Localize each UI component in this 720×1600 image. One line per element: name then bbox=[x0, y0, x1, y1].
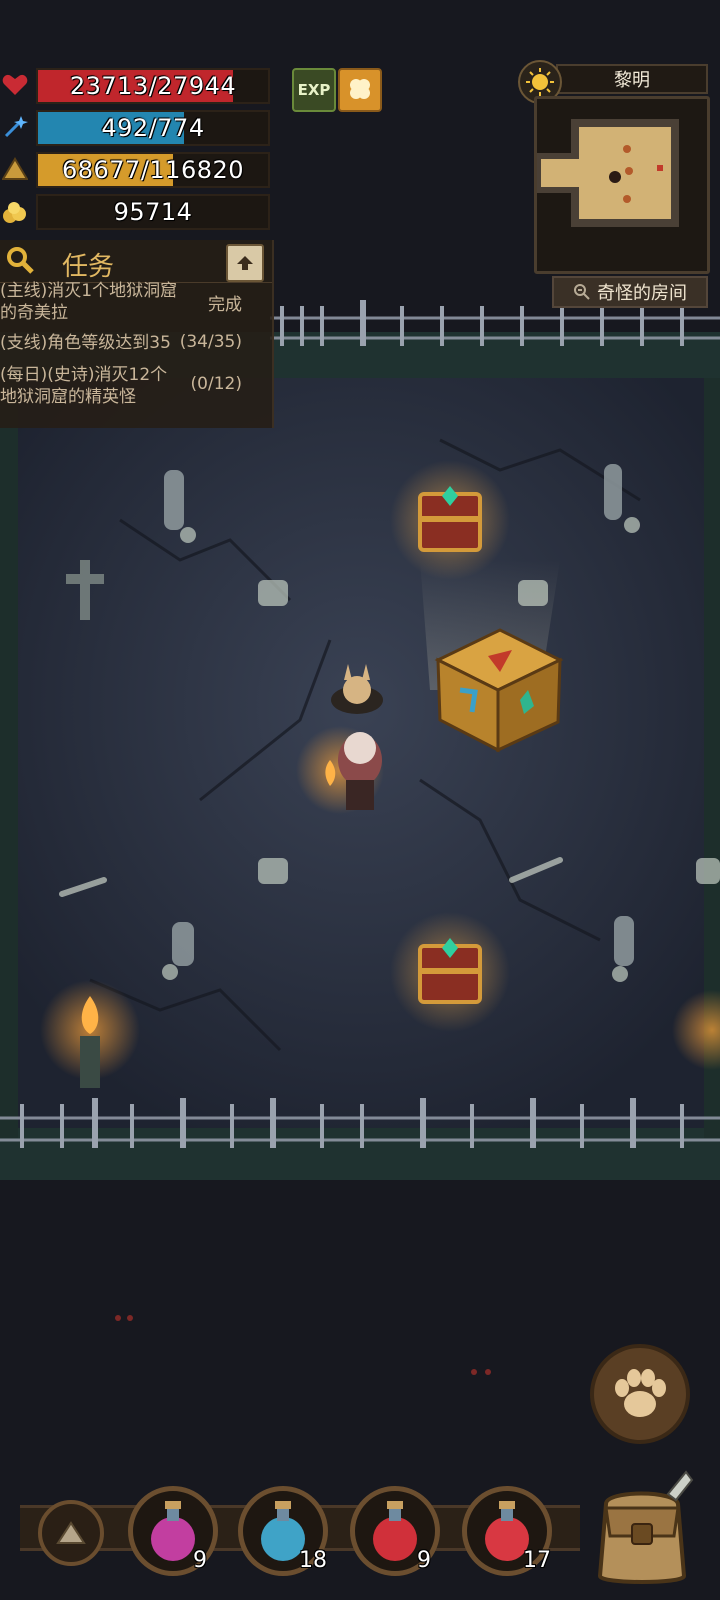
room-name-label: 奇怪的房间 bbox=[597, 283, 687, 304]
exp-boost-button[interactable]: EXP bbox=[292, 68, 336, 112]
zoom-icon bbox=[574, 284, 590, 300]
magnifier-icon[interactable] bbox=[6, 246, 34, 274]
health-bar: 23713/27944 bbox=[36, 68, 270, 104]
clover-icon bbox=[350, 79, 370, 99]
potion-count: 9 bbox=[417, 1548, 431, 1573]
quest-item-text: (支线)角色等级达到35 bbox=[0, 333, 171, 353]
luck-clover-boost-button[interactable] bbox=[338, 68, 382, 112]
quest-item[interactable]: (支线)角色等级达到35 (34/35) bbox=[0, 332, 272, 356]
backpack-icon bbox=[597, 1470, 694, 1584]
gold-value: 95714 bbox=[113, 198, 193, 226]
potion-slot-red[interactable]: 9 bbox=[350, 1486, 440, 1576]
mana-bar: 492/774 bbox=[36, 110, 270, 146]
heart-icon bbox=[0, 70, 30, 100]
experience-value: 68677/116820 bbox=[61, 156, 245, 184]
potion-slot-purple[interactable]: 9 bbox=[128, 1486, 218, 1576]
experience-triangle-icon bbox=[0, 154, 30, 184]
quest-collapse-button[interactable] bbox=[226, 244, 264, 282]
quest-item-text: (每日)(史诗)消灭12个地狱洞窟的精英怪 bbox=[0, 365, 168, 407]
experience-bar: 68677/116820 bbox=[36, 152, 270, 188]
mana-wand-icon bbox=[0, 112, 30, 142]
time-of-day-label: 黎明 bbox=[556, 64, 708, 94]
quest-item-text: (主线)消灭1个地狱洞窟的奇美拉 bbox=[0, 281, 178, 323]
quest-panel: 任务 (主线)消灭1个地狱洞窟的奇美拉 完成 (支线)角色等级达到35 (34/… bbox=[0, 240, 274, 428]
potion-slot-blue[interactable]: 18 bbox=[238, 1486, 328, 1576]
health-value: 23713/27944 bbox=[69, 72, 237, 100]
quest-header: 任务 bbox=[0, 240, 272, 283]
quest-item[interactable]: (每日)(史诗)消灭12个地狱洞窟的精英怪 (0/12) bbox=[0, 364, 272, 408]
quest-item-status: (34/35) bbox=[179, 332, 242, 352]
quest-item[interactable]: (主线)消灭1个地狱洞窟的奇美拉 完成 bbox=[0, 280, 272, 324]
quest-item-status: 完成 bbox=[208, 295, 242, 315]
pet-paw-button[interactable] bbox=[590, 1344, 690, 1444]
minimap[interactable] bbox=[534, 96, 710, 274]
potion-count: 18 bbox=[299, 1548, 327, 1573]
quest-item-status: (0/12) bbox=[190, 374, 242, 394]
room-name-button[interactable]: 奇怪的房间 bbox=[552, 276, 708, 308]
triangle-up-icon bbox=[56, 1521, 86, 1544]
minimap-room-layout bbox=[537, 99, 707, 271]
quest-title: 任务 bbox=[62, 252, 115, 282]
gold-icon bbox=[0, 197, 30, 227]
paw-icon bbox=[615, 1369, 666, 1417]
potion-slot-red-large[interactable]: 17 bbox=[462, 1486, 552, 1576]
arrow-up-icon bbox=[237, 256, 253, 270]
exp-boost-label: EXP bbox=[297, 81, 331, 99]
potion-count: 17 bbox=[523, 1548, 551, 1573]
inventory-bag-button[interactable] bbox=[586, 1464, 698, 1588]
expand-quickbar-button[interactable] bbox=[38, 1500, 104, 1566]
gold-bar: 95714 bbox=[36, 194, 270, 230]
mana-value: 492/774 bbox=[101, 114, 205, 142]
potion-count: 9 bbox=[193, 1548, 207, 1573]
